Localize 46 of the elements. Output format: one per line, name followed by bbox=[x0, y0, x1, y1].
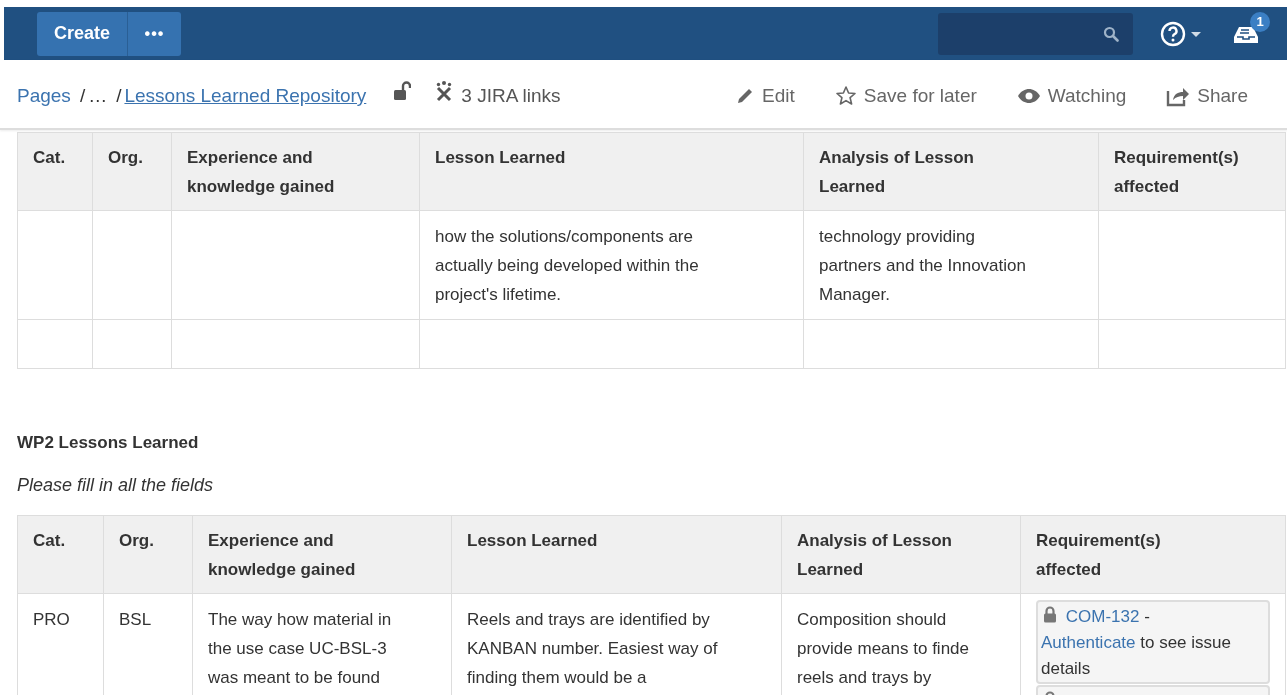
star-icon bbox=[834, 85, 857, 107]
table-cell-text: BSL bbox=[119, 609, 153, 631]
column-header: Cat. bbox=[17, 515, 104, 594]
issue-key-link[interactable]: COM-132 bbox=[1065, 607, 1140, 626]
issue-text: Authenticate to see issue details bbox=[1041, 632, 1232, 680]
more-button[interactable]: ••• bbox=[128, 11, 181, 56]
column-header: Lesson Learned bbox=[419, 132, 804, 211]
section-heading: WP2 Lessons Learned bbox=[17, 432, 200, 454]
column-header: Cat. bbox=[17, 132, 93, 211]
search-icon bbox=[1103, 25, 1119, 42]
column-header: Requirement(s) affected bbox=[1020, 515, 1286, 594]
search-field[interactable] bbox=[938, 12, 1133, 55]
column-header: Analysis of Lesson Learned bbox=[781, 515, 1021, 594]
authenticate-link[interactable]: Authenticate bbox=[1041, 633, 1136, 652]
breadcrumb-ellipsis[interactable]: … bbox=[88, 85, 108, 107]
breadcrumb-separator: / bbox=[116, 85, 122, 107]
column-header: Experience and knowledge gained bbox=[192, 515, 452, 594]
column-header: Requirement(s) affected bbox=[1098, 132, 1286, 211]
column-header: Lesson Learned bbox=[451, 515, 782, 594]
table-cell-text: PRO bbox=[33, 609, 71, 631]
jira-links-button[interactable]: 3 JIRA links bbox=[435, 85, 561, 107]
edit-button[interactable]: Edit bbox=[735, 85, 795, 107]
table-cell-text: Reels and trays are identified by KANBAN number. Easiest way of finding them would be a bbox=[467, 609, 719, 689]
table-cell-text: technology providing partners and the Innovation Manager. bbox=[819, 226, 1027, 306]
dash-separator: - bbox=[1144, 607, 1150, 626]
unlocked-padlock-icon[interactable] bbox=[393, 81, 412, 103]
column-header: Org. bbox=[103, 515, 193, 594]
create-button[interactable]: Create bbox=[37, 11, 128, 56]
table-cell-text: how the solutions/components are actually being developed within the project's lifetime. bbox=[435, 226, 700, 306]
breadcrumb-link[interactable]: Lessons Learned Repository bbox=[124, 85, 367, 107]
save-for-later-button[interactable]: Save for later bbox=[834, 85, 977, 107]
notification-count: 1 bbox=[1250, 11, 1270, 32]
column-header: Org. bbox=[92, 132, 172, 211]
help-button[interactable] bbox=[1160, 20, 1204, 47]
breadcrumb-link[interactable]: Pages bbox=[17, 85, 71, 107]
watching-button[interactable]: Watching bbox=[1016, 85, 1127, 107]
table-cell-text: Composition should provide means to finde reels and trays by bbox=[797, 609, 970, 689]
column-header: Experience and knowledge gained bbox=[171, 132, 420, 211]
instruction-text: Please fill in all the fields bbox=[17, 474, 215, 497]
breadcrumb-separator: / bbox=[79, 85, 86, 107]
column-header: Analysis of Lesson Learned bbox=[803, 132, 1099, 211]
table-cell-text: The way how material in the use case UC-BSL-3 was meant to be found bbox=[208, 609, 393, 689]
crossed-figure-icon bbox=[435, 80, 454, 102]
eye-icon bbox=[1016, 88, 1041, 104]
share-button[interactable]: Share bbox=[1166, 85, 1248, 107]
share-icon bbox=[1166, 85, 1191, 107]
